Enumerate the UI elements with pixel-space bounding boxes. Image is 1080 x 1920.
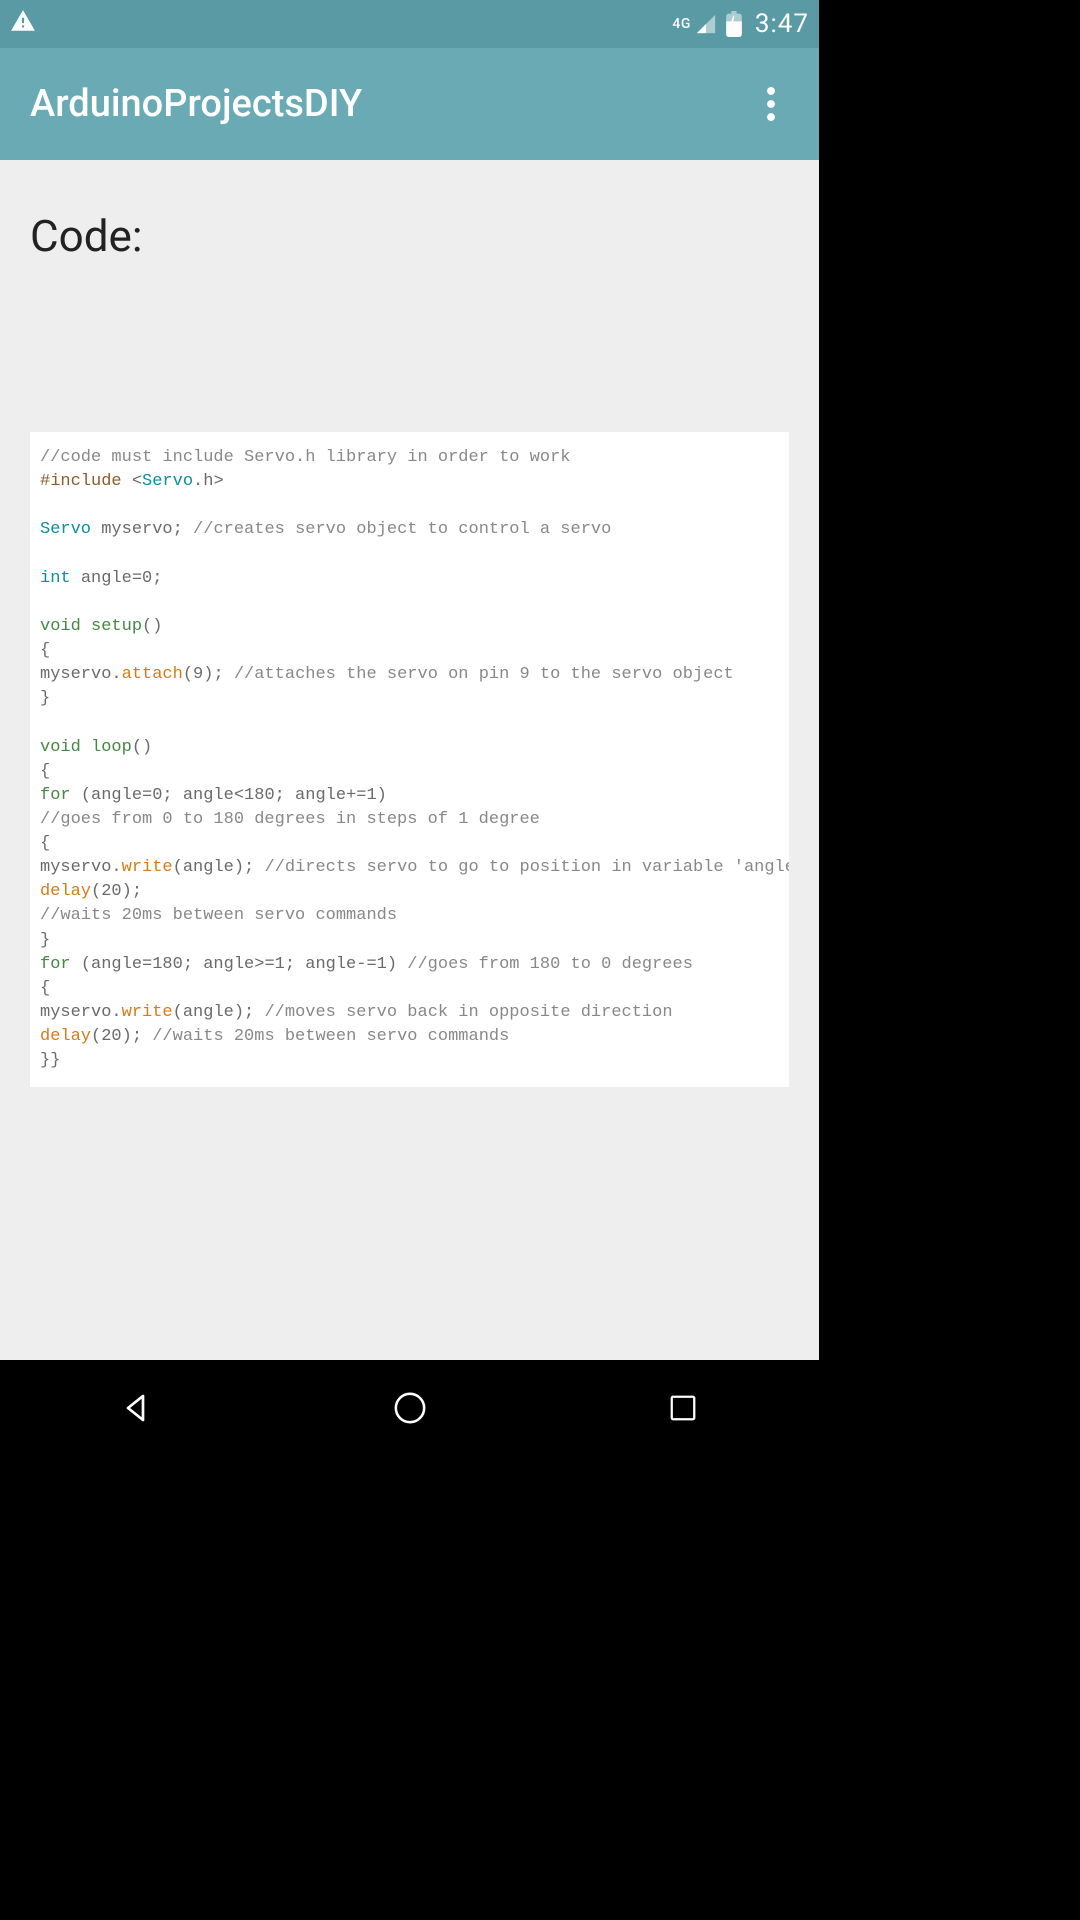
status-clock: 3:47 xyxy=(755,9,809,39)
code-token: .h> xyxy=(193,472,224,491)
code-token: write xyxy=(122,858,173,877)
app-title: ArduinoProjectsDIY xyxy=(30,82,362,126)
code-token: myservo. xyxy=(40,858,122,877)
code-token: }} xyxy=(40,1051,60,1070)
code-token: myservo. xyxy=(40,665,122,684)
code-token: { xyxy=(40,762,50,781)
code-token: } xyxy=(40,689,50,708)
code-token: (20); xyxy=(91,1027,152,1046)
code-line: //code must include Servo.h library in o… xyxy=(40,448,571,467)
code-token: //creates servo object to control a serv… xyxy=(193,520,611,539)
code-token: //directs servo to go to position in var… xyxy=(264,858,789,877)
code-token: //moves servo back in opposite direction xyxy=(264,1003,672,1022)
code-token: //goes from 180 to 0 degrees xyxy=(407,955,693,974)
code-token: void xyxy=(40,617,91,636)
code-token: attach xyxy=(122,665,183,684)
content-area[interactable]: Code: //code must include Servo.h librar… xyxy=(0,160,819,1360)
status-right: 4G 3:47 xyxy=(672,9,809,39)
code-token: #include xyxy=(40,472,132,491)
battery-charging-icon xyxy=(725,11,743,37)
home-icon xyxy=(393,1391,427,1425)
section-heading: Code: xyxy=(0,160,819,282)
network-type-label: 4G xyxy=(672,16,691,32)
code-token: for xyxy=(40,955,81,974)
code-token: void xyxy=(40,738,91,757)
code-token: //waits 20ms between servo commands xyxy=(152,1027,509,1046)
code-token: < xyxy=(132,472,142,491)
code-token: () xyxy=(142,617,162,636)
code-token: delay xyxy=(40,882,91,901)
code-token: int xyxy=(40,569,81,588)
back-icon xyxy=(119,1390,155,1426)
code-token: delay xyxy=(40,1027,91,1046)
status-left xyxy=(10,8,36,40)
code-token: { xyxy=(40,641,50,660)
recents-icon xyxy=(668,1393,698,1423)
recents-button[interactable] xyxy=(623,1378,743,1438)
status-bar: 4G 3:47 xyxy=(0,0,819,48)
code-token: (20); xyxy=(91,882,142,901)
home-button[interactable] xyxy=(350,1378,470,1438)
code-block: //code must include Servo.h library in o… xyxy=(30,432,789,1087)
code-token: () xyxy=(132,738,152,757)
code-token: setup xyxy=(91,617,142,636)
warning-icon xyxy=(10,8,36,40)
navigation-bar xyxy=(0,1360,819,1456)
code-token: myservo; xyxy=(101,520,193,539)
code-token: (angle); xyxy=(173,1003,265,1022)
more-vert-icon xyxy=(767,87,775,121)
code-token: //goes from 0 to 180 degrees in steps of… xyxy=(40,810,540,829)
code-token: myservo. xyxy=(40,1003,122,1022)
screen: 4G 3:47 ArduinoProjectsDIY Code: //code … xyxy=(0,0,819,1456)
code-token: Servo xyxy=(40,520,101,539)
code-token: (angle); xyxy=(173,858,265,877)
code-token: angle=0; xyxy=(81,569,163,588)
code-token: Servo xyxy=(142,472,193,491)
code-token: //attaches the servo on pin 9 to the ser… xyxy=(234,665,734,684)
code-token: { xyxy=(40,834,50,853)
code-token: { xyxy=(40,979,50,998)
code-token: //waits 20ms between servo commands xyxy=(40,906,397,925)
back-button[interactable] xyxy=(77,1378,197,1438)
code-token: } xyxy=(40,931,50,950)
code-token: (9); xyxy=(183,665,234,684)
overflow-menu-button[interactable] xyxy=(743,76,799,132)
code-token: (angle=0; angle<180; angle+=1) xyxy=(81,786,387,805)
signal-icon xyxy=(695,13,717,35)
code-token: for xyxy=(40,786,81,805)
code-token: loop xyxy=(91,738,132,757)
code-token: write xyxy=(122,1003,173,1022)
code-token: (angle=180; angle>=1; angle-=1) xyxy=(81,955,407,974)
app-bar: ArduinoProjectsDIY xyxy=(0,48,819,160)
